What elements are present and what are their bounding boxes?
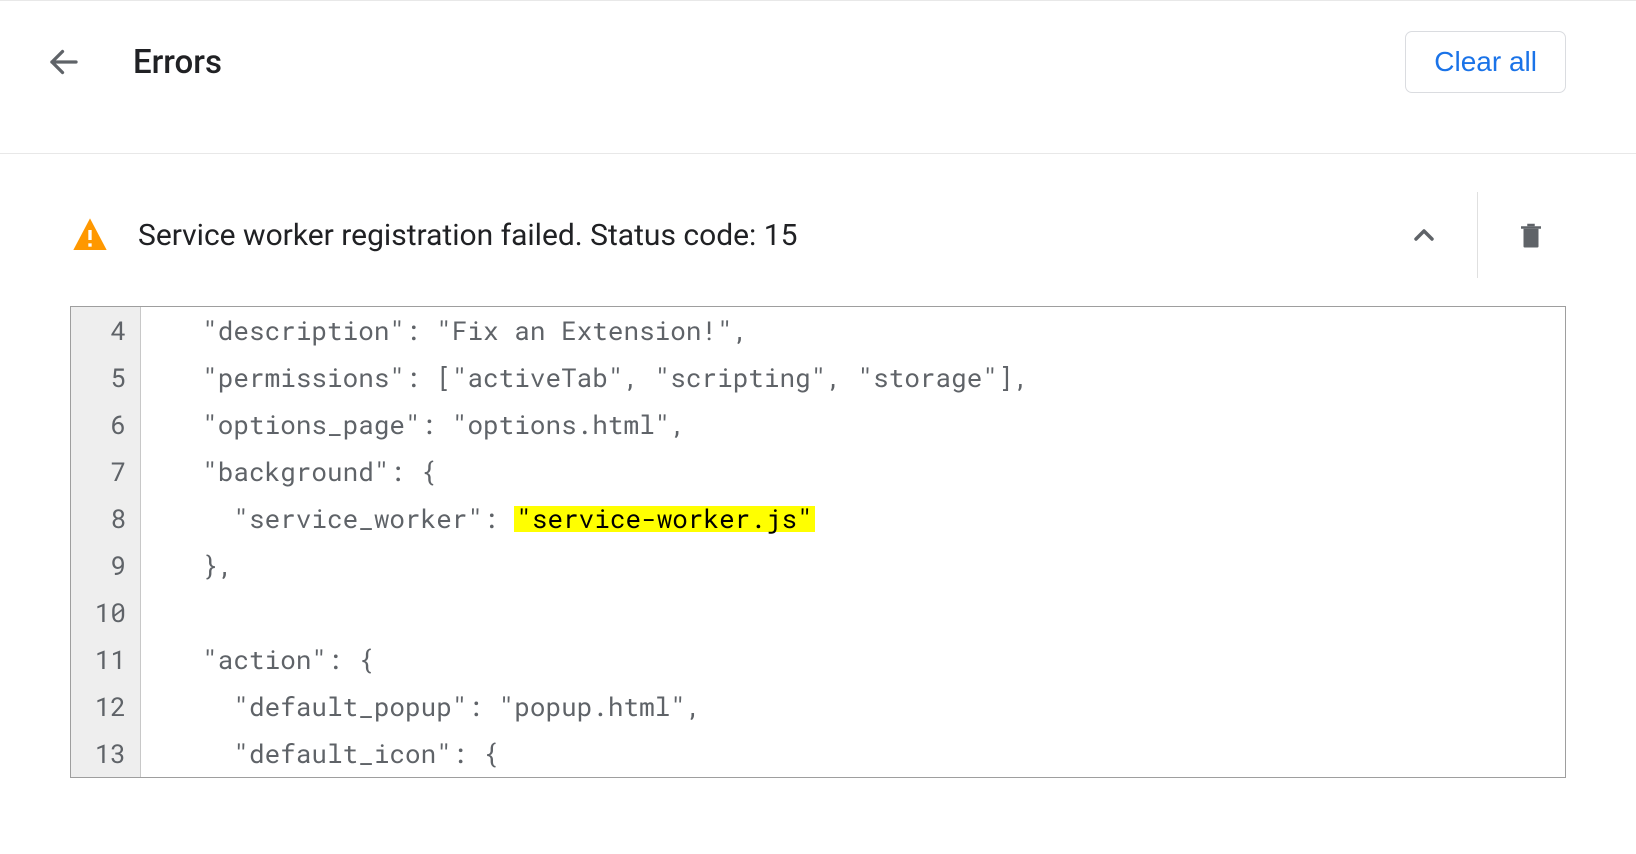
error-message: Service worker registration failed. Stat… bbox=[138, 218, 1361, 253]
code-row: 8 "service_worker": "service-worker.js" bbox=[71, 495, 1565, 542]
code-line: "options_page": "options.html", bbox=[141, 401, 686, 448]
vertical-separator bbox=[1477, 192, 1478, 278]
line-number: 12 bbox=[71, 683, 141, 730]
line-number: 10 bbox=[71, 589, 141, 636]
code-line: "default_icon": { bbox=[141, 730, 499, 777]
line-number: 13 bbox=[71, 730, 141, 777]
code-line: "description": "Fix an Extension!", bbox=[141, 307, 748, 354]
code-line: "service_worker": "service-worker.js" bbox=[141, 495, 815, 542]
trash-icon bbox=[1516, 218, 1546, 252]
chevron-up-icon bbox=[1408, 219, 1440, 251]
code-row: 12 "default_popup": "popup.html", bbox=[71, 683, 1565, 730]
code-row: 4 "description": "Fix an Extension!", bbox=[71, 307, 1565, 354]
line-number: 8 bbox=[71, 495, 141, 542]
code-row: 9 }, bbox=[71, 542, 1565, 589]
page-header: Errors Clear all bbox=[0, 1, 1636, 153]
line-number: 11 bbox=[71, 636, 141, 683]
code-row: 11 "action": { bbox=[71, 636, 1565, 683]
line-number: 4 bbox=[71, 307, 141, 354]
code-line: "permissions": ["activeTab", "scripting"… bbox=[141, 354, 1029, 401]
code-line: "default_popup": "popup.html", bbox=[141, 683, 702, 730]
error-block: Service worker registration failed. Stat… bbox=[0, 154, 1636, 778]
warning-icon bbox=[70, 215, 110, 255]
clear-all-button[interactable]: Clear all bbox=[1405, 31, 1566, 93]
back-button[interactable] bbox=[40, 38, 88, 86]
code-line: "action": { bbox=[141, 636, 374, 683]
code-line: "background": { bbox=[141, 448, 436, 495]
code-row: 10 bbox=[71, 589, 1565, 636]
code-row: 6 "options_page": "options.html", bbox=[71, 401, 1565, 448]
page-title: Errors bbox=[133, 43, 222, 82]
error-header-controls bbox=[1389, 192, 1566, 278]
code-row: 7 "background": { bbox=[71, 448, 1565, 495]
line-number: 6 bbox=[71, 401, 141, 448]
arrow-left-icon bbox=[46, 44, 82, 80]
code-row: 5 "permissions": ["activeTab", "scriptin… bbox=[71, 354, 1565, 401]
delete-error-button[interactable] bbox=[1496, 200, 1566, 270]
line-number: 7 bbox=[71, 448, 141, 495]
code-line bbox=[141, 589, 171, 636]
code-line: }, bbox=[141, 542, 233, 589]
collapse-button[interactable] bbox=[1389, 200, 1459, 270]
code-viewer: 4 "description": "Fix an Extension!",5 "… bbox=[70, 306, 1566, 778]
line-number: 9 bbox=[71, 542, 141, 589]
highlighted-token: "service-worker.js" bbox=[514, 506, 814, 532]
line-number: 5 bbox=[71, 354, 141, 401]
error-header-row: Service worker registration failed. Stat… bbox=[70, 184, 1566, 306]
code-row: 13 "default_icon": { bbox=[71, 730, 1565, 777]
